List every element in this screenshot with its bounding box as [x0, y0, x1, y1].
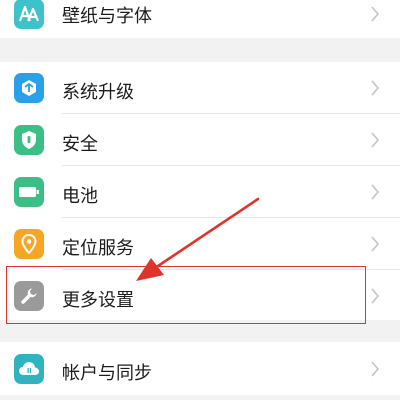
settings-item-security[interactable]: 安全	[0, 114, 400, 166]
shield-icon	[14, 125, 44, 155]
system-update-icon	[14, 73, 44, 103]
settings-item-label: 帐户与同步	[62, 363, 152, 384]
settings-item-label: 壁纸与字体	[62, 6, 152, 27]
bottom-strip	[0, 395, 400, 400]
chevron-right-icon	[371, 132, 380, 148]
settings-item-location[interactable]: 定位服务	[0, 218, 400, 270]
settings-item-label: 电池	[62, 186, 98, 207]
chevron-right-icon	[371, 236, 380, 252]
settings-item-label: 系统升级	[62, 82, 134, 103]
settings-item-label: 定位服务	[62, 238, 134, 259]
chevron-right-icon	[371, 184, 380, 200]
chevron-right-icon	[371, 361, 380, 377]
settings-item-account-sync[interactable]: 帐户与同步	[0, 343, 400, 395]
settings-item-label: 更多设置	[62, 290, 134, 311]
wrench-icon	[14, 281, 44, 311]
battery-icon	[14, 177, 44, 207]
cloud-sync-icon	[14, 354, 44, 384]
settings-item-battery[interactable]: 电池	[0, 166, 400, 218]
chevron-right-icon	[371, 6, 380, 22]
settings-item-label: 安全	[62, 134, 98, 155]
settings-item-system-update[interactable]: 系统升级	[0, 62, 400, 114]
settings-item-more-settings[interactable]: 更多设置	[0, 270, 400, 322]
settings-item-wallpaper-font[interactable]: 壁纸与字体	[0, 0, 400, 40]
location-icon	[14, 229, 44, 259]
chevron-right-icon	[371, 80, 380, 96]
font-icon	[14, 0, 44, 29]
chevron-right-icon	[371, 288, 380, 304]
